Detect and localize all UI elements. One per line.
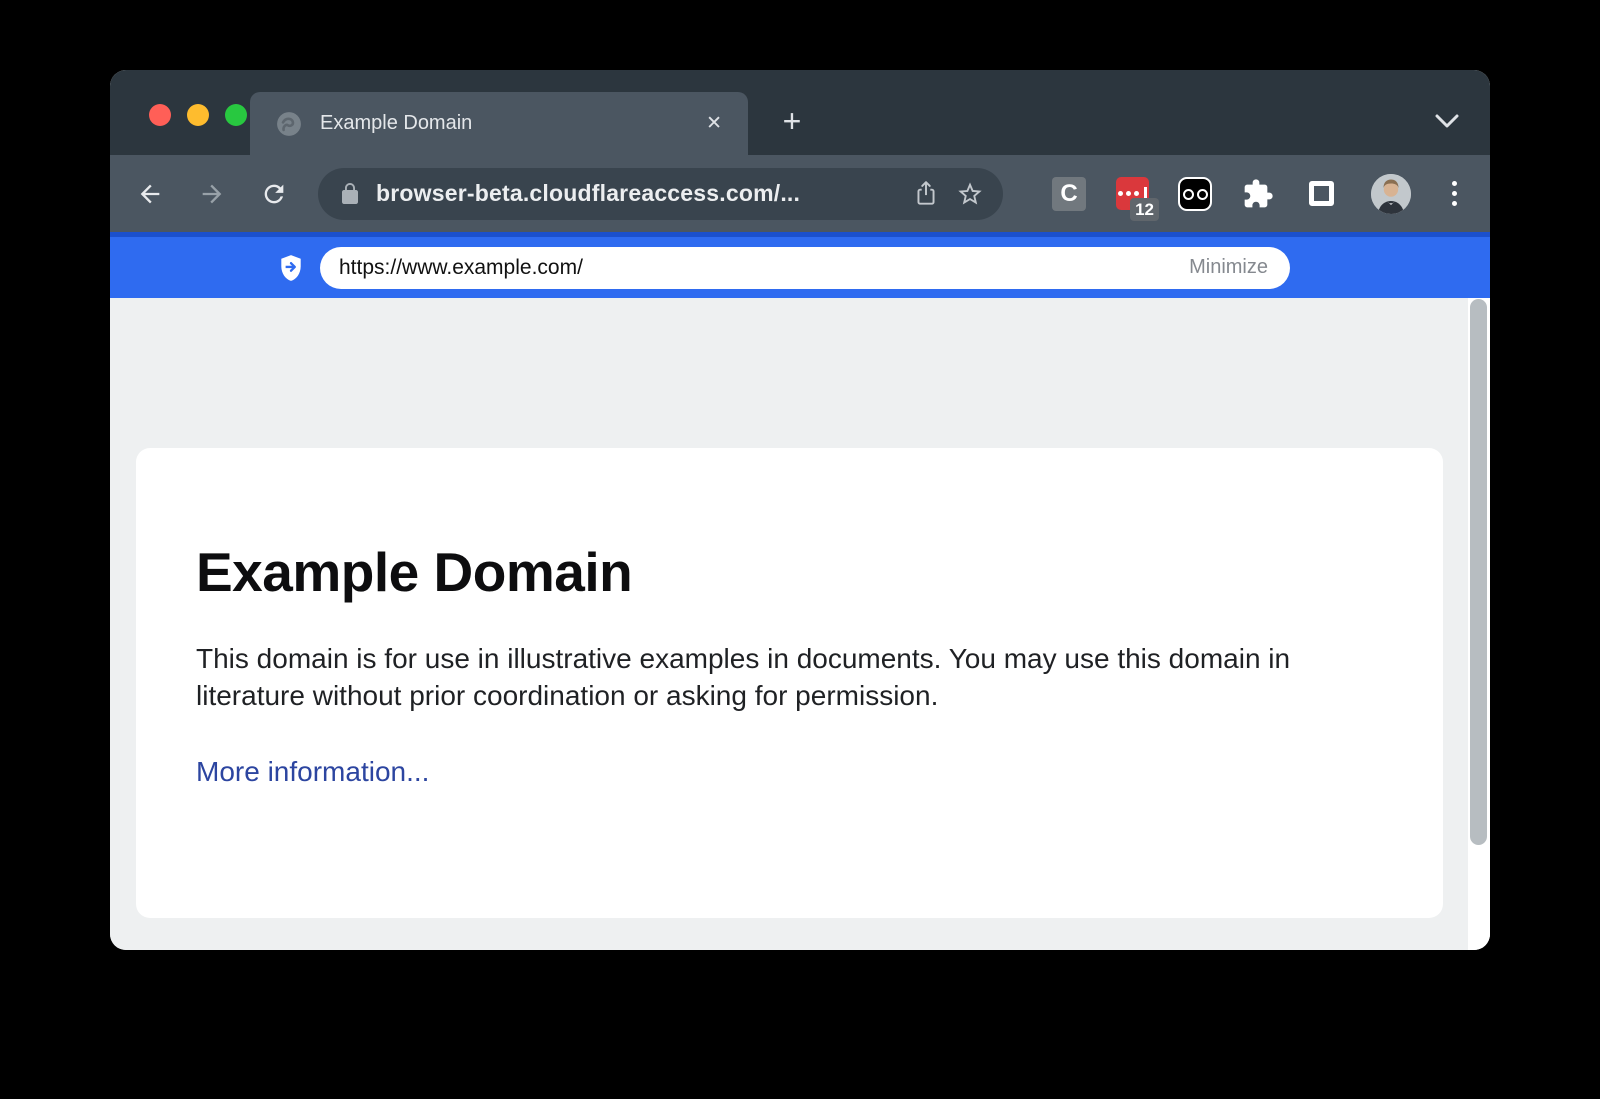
minimize-bar-button[interactable]: Minimize [1189, 256, 1290, 279]
remote-isolation-bar: Minimize [110, 232, 1490, 298]
reload-button[interactable] [256, 176, 292, 212]
window-zoom-button[interactable] [225, 104, 247, 126]
page-body-text: This domain is for use in illustrative e… [196, 640, 1341, 714]
window-minimize-button[interactable] [187, 104, 209, 126]
example-domain-card: Example Domain This domain is for use in… [136, 448, 1443, 918]
tab-strip: Example Domain ✕ + [110, 70, 1490, 155]
back-button[interactable] [132, 176, 168, 212]
remote-url-pill: Minimize [320, 247, 1290, 289]
tab-title: Example Domain [320, 112, 702, 135]
extension-c-icon: C [1052, 177, 1086, 211]
extension-password-manager-button[interactable]: 12 [1114, 176, 1150, 212]
share-icon[interactable] [909, 177, 943, 211]
scrollbar-track[interactable] [1468, 298, 1490, 950]
page-title: Example Domain [196, 540, 1383, 604]
browser-menu-kebab-icon[interactable] [1446, 175, 1463, 212]
side-panel-icon [1309, 181, 1334, 206]
side-panel-button[interactable] [1303, 176, 1339, 212]
profile-avatar[interactable] [1371, 174, 1411, 214]
window-close-button[interactable] [149, 104, 171, 126]
page-viewport: Example Domain This domain is for use in… [110, 298, 1490, 950]
browser-toolbar: browser-beta.cloudflareaccess.com/... C [110, 155, 1490, 232]
scrollbar-thumb[interactable] [1470, 299, 1487, 845]
shield-arrow-icon [278, 254, 304, 282]
extension-count-badge: 12 [1130, 198, 1159, 221]
more-information-link[interactable]: More information... [196, 756, 429, 787]
address-bar[interactable]: browser-beta.cloudflareaccess.com/... [318, 168, 1003, 220]
two-circles-icon [1178, 177, 1212, 211]
remote-url-input[interactable] [320, 256, 1189, 280]
extensions-puzzle-button[interactable] [1240, 176, 1276, 212]
avatar-photo [1371, 174, 1411, 214]
extension-c-button[interactable]: C [1051, 176, 1087, 212]
bookmark-star-icon[interactable] [953, 177, 987, 211]
extension-row: C 12 [1051, 174, 1463, 214]
tab-favicon-globe-icon [276, 111, 302, 137]
lock-icon [338, 182, 362, 206]
forward-button[interactable] [194, 176, 230, 212]
chevron-down-icon[interactable] [1428, 108, 1466, 134]
extension-two-circles-button[interactable] [1177, 176, 1213, 212]
window-controls [149, 104, 247, 126]
tab-example-domain[interactable]: Example Domain ✕ [250, 92, 748, 155]
new-tab-button[interactable]: + [774, 103, 810, 139]
browser-window: Example Domain ✕ + browser-beta.cloudfla… [110, 70, 1490, 950]
address-bar-url: browser-beta.cloudflareaccess.com/... [376, 180, 899, 207]
tab-close-icon[interactable]: ✕ [702, 110, 726, 137]
puzzle-icon [1242, 178, 1274, 210]
